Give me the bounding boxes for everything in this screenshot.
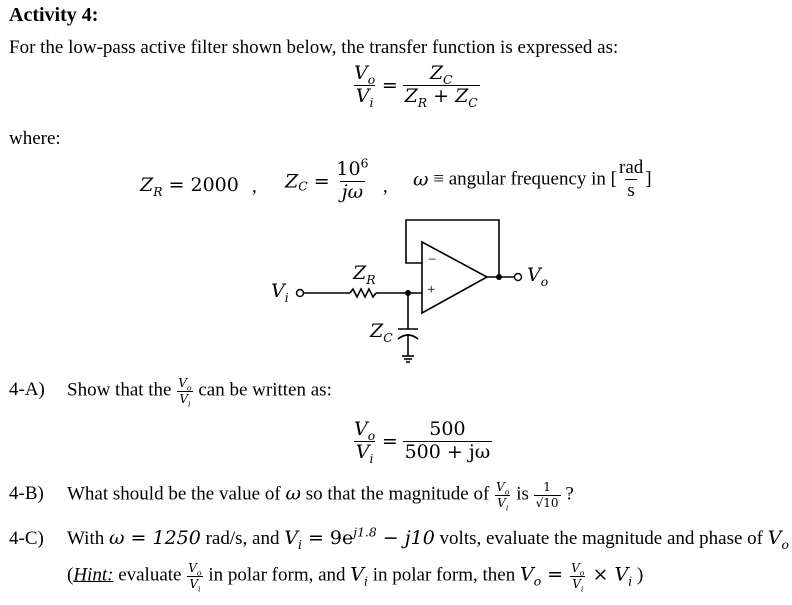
part-c-label: 4-C) <box>9 528 44 549</box>
feedback-wire <box>405 219 500 277</box>
part-c: 4-C) With ω = 1250 rad/s, and Vi = 9ej1.8… <box>9 525 789 552</box>
hint: (Hint: evaluate Vo Vi in polar form, and … <box>67 561 644 593</box>
minus-input-sign: − <box>428 252 437 268</box>
hint-word: Hint: <box>73 564 114 586</box>
zr-label: ZR <box>353 262 376 287</box>
plus-input-sign: + <box>427 282 436 298</box>
input-terminal-icon <box>295 288 305 298</box>
part-a-label: 4-A) <box>9 379 45 401</box>
zc-label: ZC <box>370 320 393 345</box>
part-b-label: 4-B) <box>9 483 44 505</box>
resistor-symbol <box>349 287 377 299</box>
output-terminal-icon <box>513 272 523 282</box>
junction-node <box>405 290 411 296</box>
output-node <box>496 274 502 280</box>
low-pass-filter-circuit <box>295 219 523 363</box>
part-a: 4-A) Show that the Vo Vi can be written as… <box>9 376 332 408</box>
part-a-result-equation: Vo Vi = 500 500 + jω <box>353 418 493 466</box>
vi-label: Vi <box>271 280 289 305</box>
part-b: 4-B) What should be the value of ω so tha… <box>9 480 574 512</box>
vo-label: Vo <box>527 264 549 289</box>
